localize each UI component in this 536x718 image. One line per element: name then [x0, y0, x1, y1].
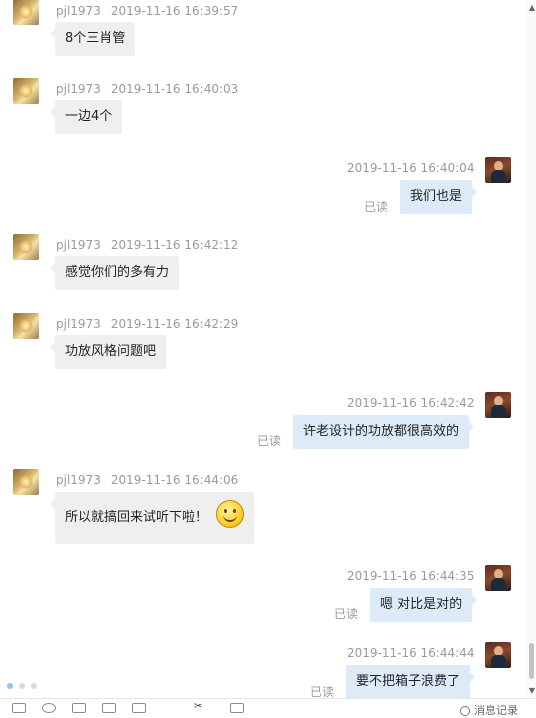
message-time: 2019-11-16 16:44:06	[110, 473, 239, 487]
scroll-up-arrow-icon[interactable]: ▲	[529, 3, 535, 12]
message-time: 2019-11-16 16:40:03	[110, 82, 239, 96]
sender-name: pjl1973	[56, 238, 101, 252]
message-time: 2019-11-16 16:44:44	[347, 646, 475, 660]
page-dots	[7, 678, 43, 692]
message-time: 2019-11-16 16:40:04	[347, 161, 475, 175]
peer-avatar[interactable]	[13, 469, 39, 495]
message-time: 2019-11-16 16:42:29	[110, 317, 239, 331]
message-time: 2019-11-16 16:44:35	[347, 569, 475, 583]
message-bubble[interactable]: 要不把箱子浪费了	[346, 665, 476, 699]
sender-name: pjl1973	[56, 473, 101, 487]
screenshot-icon[interactable]	[72, 703, 86, 713]
message-meta: pjl1973 2019-11-16 16:44:06	[56, 473, 238, 487]
scrollbar[interactable]: ▲ ▼	[526, 0, 536, 700]
emoji-icon[interactable]	[42, 703, 56, 713]
message-bubble[interactable]: 一边4个	[49, 100, 123, 134]
self-avatar[interactable]	[485, 642, 511, 668]
input-toolbar: ✂ 消息记录	[0, 698, 536, 717]
message-bubble[interactable]: 所以就搞回来试听下啦！	[49, 492, 255, 544]
page-dot[interactable]	[31, 683, 37, 689]
sender-name: pjl1973	[56, 4, 101, 18]
message-bubble[interactable]: 许老设计的功放都很高效的	[293, 415, 475, 449]
self-avatar[interactable]	[485, 565, 511, 591]
clock-icon	[460, 706, 470, 716]
message-time: 2019-11-16 16:42:12	[110, 238, 239, 252]
peer-avatar[interactable]	[13, 0, 39, 25]
message-meta: pjl1973 2019-11-16 16:42:29	[56, 317, 238, 331]
message-meta: pjl1973 2019-11-16 16:39:57	[56, 4, 238, 18]
sender-name: pjl1973	[56, 82, 101, 96]
chat-history[interactable]: pjl1973 2019-11-16 16:39:57 8个三肖管 pjl1973…	[0, 0, 526, 700]
message-bubble[interactable]: 嗯 对比是对的	[370, 588, 478, 622]
page-dot[interactable]	[19, 683, 25, 689]
page-dot[interactable]	[7, 683, 13, 689]
message-bubble[interactable]: 我们也是	[400, 180, 478, 214]
scrollbar-thumb[interactable]	[529, 643, 534, 679]
message-time: 2019-11-16 16:39:57	[110, 4, 239, 18]
more-icon[interactable]	[230, 703, 244, 713]
peer-avatar[interactable]	[13, 313, 39, 339]
peer-avatar[interactable]	[13, 234, 39, 260]
history-button[interactable]: 消息记录	[460, 702, 518, 718]
message-meta: pjl1973 2019-11-16 16:42:12	[56, 238, 238, 252]
image-icon[interactable]	[132, 703, 146, 713]
read-status: 已读	[257, 434, 282, 448]
self-avatar[interactable]	[485, 392, 511, 418]
self-avatar[interactable]	[485, 157, 511, 183]
message-bubble[interactable]: 感觉你们的多有力	[49, 256, 180, 290]
font-icon[interactable]	[12, 703, 26, 713]
scissors-icon[interactable]: ✂	[194, 702, 208, 713]
message-text: 所以就搞回来试听下啦！	[65, 510, 209, 525]
read-status: 已读	[364, 200, 389, 214]
sender-name: pjl1973	[56, 317, 101, 331]
message-meta: pjl1973 2019-11-16 16:40:03	[56, 82, 238, 96]
peer-avatar[interactable]	[13, 78, 39, 104]
folder-icon[interactable]	[102, 703, 116, 713]
smile-emoji-icon	[216, 499, 245, 528]
scroll-down-arrow-icon[interactable]: ▼	[529, 686, 535, 695]
read-status: 已读	[334, 607, 359, 621]
history-label: 消息记录	[474, 704, 518, 717]
message-time: 2019-11-16 16:42:42	[347, 396, 475, 410]
message-bubble[interactable]: 8个三肖管	[49, 22, 136, 56]
message-bubble[interactable]: 功放风格问题吧	[49, 335, 167, 369]
